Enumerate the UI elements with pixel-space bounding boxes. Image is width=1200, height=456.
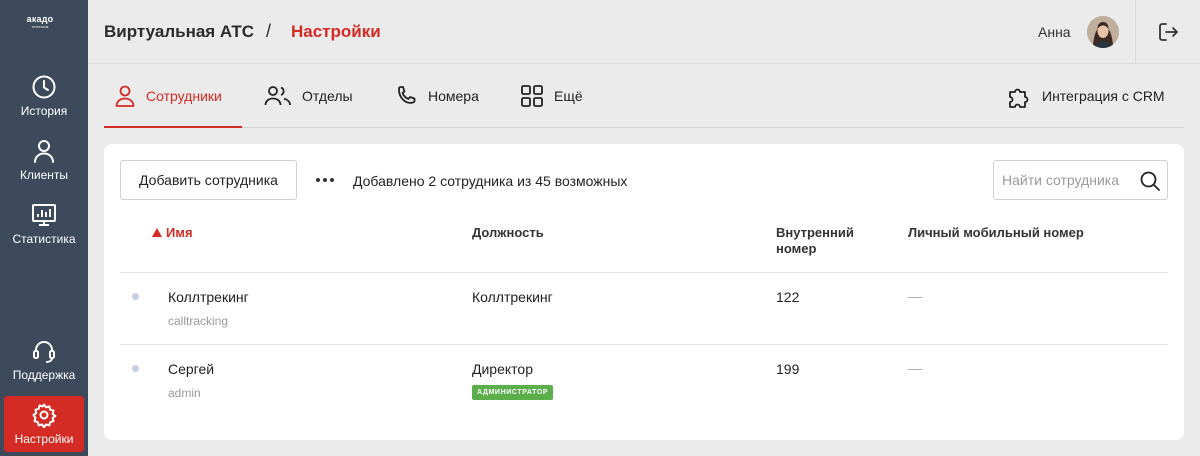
tab-bar: Сотрудники Отделы Номера Ещё Интеграция … <box>104 64 1184 128</box>
role-badge: АДМИНИСТРАТОР <box>472 385 554 400</box>
employee-position: Директор <box>472 361 533 377</box>
employee-internal-number: 122 <box>776 289 800 305</box>
logout-icon[interactable] <box>1157 21 1179 43</box>
employee-icon <box>115 85 135 107</box>
column-header-position: Должность <box>472 225 544 240</box>
column-header-label: Внутренний <box>776 225 854 240</box>
column-header-label: Имя <box>166 225 193 240</box>
tab-departments[interactable]: Отделы <box>264 64 353 128</box>
logo-sub: телеком <box>31 24 49 29</box>
sidebar-item-label: Настройки <box>14 432 74 446</box>
headset-icon <box>33 341 55 363</box>
active-tab-indicator <box>104 126 242 128</box>
gear-icon <box>32 403 57 428</box>
search-icon[interactable] <box>1139 170 1161 192</box>
employees-card: Добавить сотрудника Добавлено 2 сотрудни… <box>104 144 1184 440</box>
avatar[interactable] <box>1087 16 1119 48</box>
puzzle-icon <box>1009 88 1029 108</box>
sidebar-item-support[interactable]: Поддержка <box>4 338 84 394</box>
search-box <box>993 160 1168 200</box>
user-name[interactable]: Анна <box>1038 24 1071 40</box>
tab-label: Ещё <box>554 88 583 104</box>
column-header-mobile: Личный мобильный номер <box>908 225 1084 240</box>
logo-main: акадо <box>26 14 54 24</box>
status-dot <box>132 293 139 300</box>
sidebar-item-statistics[interactable]: Статистика <box>4 202 84 258</box>
tab-numbers[interactable]: Номера <box>396 64 479 128</box>
phone-icon <box>398 86 416 104</box>
header: Виртуальная АТС / Настройки Анна <box>88 0 1200 64</box>
status-dot <box>132 365 139 372</box>
breadcrumb-root[interactable]: Виртуальная АТС <box>104 22 254 42</box>
monitor-chart-icon <box>32 204 56 226</box>
search-input[interactable] <box>994 161 1134 199</box>
column-header-name[interactable]: Имя <box>152 225 193 241</box>
employee-name: Коллтрекинг <box>168 289 249 305</box>
sidebar-item-settings[interactable]: Настройки <box>4 396 84 452</box>
employee-internal-number: 199 <box>776 361 800 377</box>
sidebar-item-label: История <box>20 104 68 118</box>
sidebar-item-label: Поддержка <box>12 368 76 382</box>
clock-icon <box>32 75 56 99</box>
employee-mobile-number: — <box>908 360 922 376</box>
employee-position: Коллтрекинг <box>472 289 553 305</box>
employee-count-text: Добавлено 2 сотрудника из 45 возможных <box>353 173 628 189</box>
page-title: Настройки <box>291 22 381 41</box>
sort-asc-icon <box>152 228 162 237</box>
sidebar-item-clients[interactable]: Клиенты <box>4 138 84 194</box>
tab-employees[interactable]: Сотрудники <box>114 64 222 128</box>
employee-mobile-number: — <box>908 288 922 304</box>
grid-icon <box>521 85 543 107</box>
more-options-icon[interactable] <box>314 170 336 190</box>
person-icon <box>34 140 54 163</box>
breadcrumb-separator: / <box>266 21 272 41</box>
add-employee-button[interactable]: Добавить сотрудника <box>120 160 297 200</box>
sidebar-item-history[interactable]: История <box>4 74 84 130</box>
table-row[interactable]: Коллтрекинг calltracking Коллтрекинг 122… <box>120 273 1168 345</box>
group-icon <box>264 86 291 106</box>
header-divider <box>1135 0 1136 64</box>
sidebar: акадо телеком История Клиенты Статистика… <box>0 0 88 456</box>
employee-login: calltracking <box>168 314 229 328</box>
tab-more[interactable]: Ещё <box>520 64 583 128</box>
employee-login: admin <box>168 386 201 400</box>
table-row[interactable]: Сергей admin Директор АДМИНИСТРАТОР 199 … <box>120 345 1168 417</box>
logo: акадо телеком <box>20 15 60 29</box>
sidebar-item-label: Клиенты <box>19 168 69 182</box>
tab-label: Сотрудники <box>146 88 222 104</box>
tab-label: Отделы <box>302 88 353 104</box>
tab-crm-integration[interactable]: Интеграция с CRM <box>1006 64 1165 128</box>
tab-label: Интеграция с CRM <box>1042 88 1165 104</box>
column-header-internal: Внутренний номер <box>776 225 854 257</box>
employee-name: Сергей <box>168 361 215 377</box>
column-header-label: номер <box>776 241 817 256</box>
tab-label: Номера <box>428 88 479 104</box>
sidebar-item-label: Статистика <box>12 232 76 246</box>
